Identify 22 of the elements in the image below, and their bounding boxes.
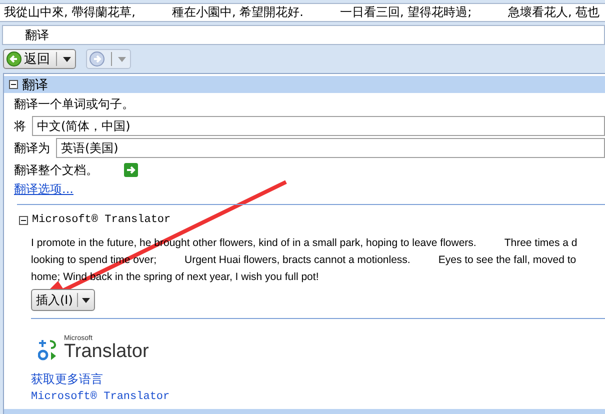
language-dropdown[interactable]: 中文(简体，中国) [32,116,605,136]
insert-button[interactable]: 插入(I) [31,289,95,311]
language-dropdown[interactable]: 英语(美国) [56,138,605,158]
field-label: 翻译为 [14,140,50,156]
section-header[interactable]: 翻译 [4,76,605,93]
product-name: Translator [64,342,149,361]
document-label: 翻译整个文档。 [14,162,98,178]
poem-line: 我從山中來, 帶得蘭花草, [3,4,136,21]
back-button[interactable]: 返回 [3,49,76,69]
translation-text: Three times a d [504,236,578,248]
search-field[interactable]: 翻译 [2,25,605,45]
field-label: 将 [14,118,26,134]
translation-text: Urgent Huai flowers, bracts cannot a motionless. [184,254,410,266]
poem-line: 急壞看花人, 苞也 [507,4,601,21]
poem-line: 種在小園中, 希望開花好. [171,4,304,21]
poem-line: 一日看三回, 望得花時過; [339,4,473,21]
service-header[interactable]: Microsoft® Translator [14,211,605,229]
instruction-text: 翻译一个单词或句子。 [14,96,135,113]
translation-text: Eyes to see the fall, moved to [438,254,576,266]
more-languages-link[interactable]: 获取更多语言 [31,371,103,388]
credit-link[interactable]: Microsoft® Translator [31,391,170,403]
options-link[interactable]: 翻译选项... [14,181,74,198]
